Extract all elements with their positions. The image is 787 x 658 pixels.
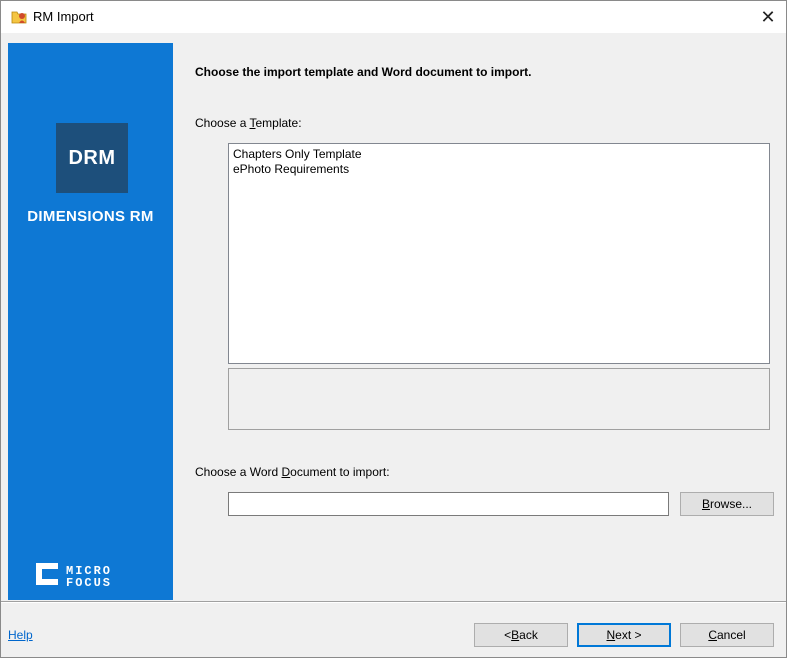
- cancel-button[interactable]: Cancel: [680, 623, 774, 647]
- branding-sidebar: DRM DIMENSIONS RM MICRO FOCUS: [8, 43, 173, 600]
- drm-logo: DRM: [56, 123, 128, 193]
- page-heading: Choose the import template and Word docu…: [195, 65, 532, 79]
- close-button[interactable]: ✕: [750, 1, 786, 33]
- close-icon: ✕: [760, 6, 776, 27]
- window-title: RM Import: [33, 9, 94, 24]
- drm-logo-text: DRM: [68, 146, 116, 169]
- template-label: Choose a Template:: [195, 116, 302, 130]
- import-dialog: RM Import ✕ DRM DIMENSIONS RM MICRO FOCU…: [0, 0, 787, 658]
- browse-button[interactable]: Browse...: [680, 492, 774, 516]
- list-item-ephoto-requirements[interactable]: ePhoto Requirements: [233, 162, 765, 177]
- footer-separator: [1, 601, 786, 603]
- word-document-label: Choose a Word Document to import:: [195, 465, 390, 479]
- back-button[interactable]: < Back: [474, 623, 568, 647]
- template-listbox[interactable]: Chapters Only Template ePhoto Requiremen…: [228, 143, 770, 364]
- list-item-chapters-only-template[interactable]: Chapters Only Template: [233, 147, 765, 162]
- help-link[interactable]: Help: [8, 628, 33, 642]
- logo-focus-text: FOCUS: [66, 576, 112, 588]
- word-document-path-input[interactable]: [228, 492, 669, 516]
- next-button[interactable]: Next >: [577, 623, 671, 647]
- title-bar: RM Import ✕: [1, 1, 786, 33]
- template-description-box: [228, 368, 770, 430]
- micro-focus-logo: MICRO FOCUS: [36, 563, 112, 588]
- rm-import-icon: [11, 11, 27, 24]
- product-name: DIMENSIONS RM: [27, 208, 154, 225]
